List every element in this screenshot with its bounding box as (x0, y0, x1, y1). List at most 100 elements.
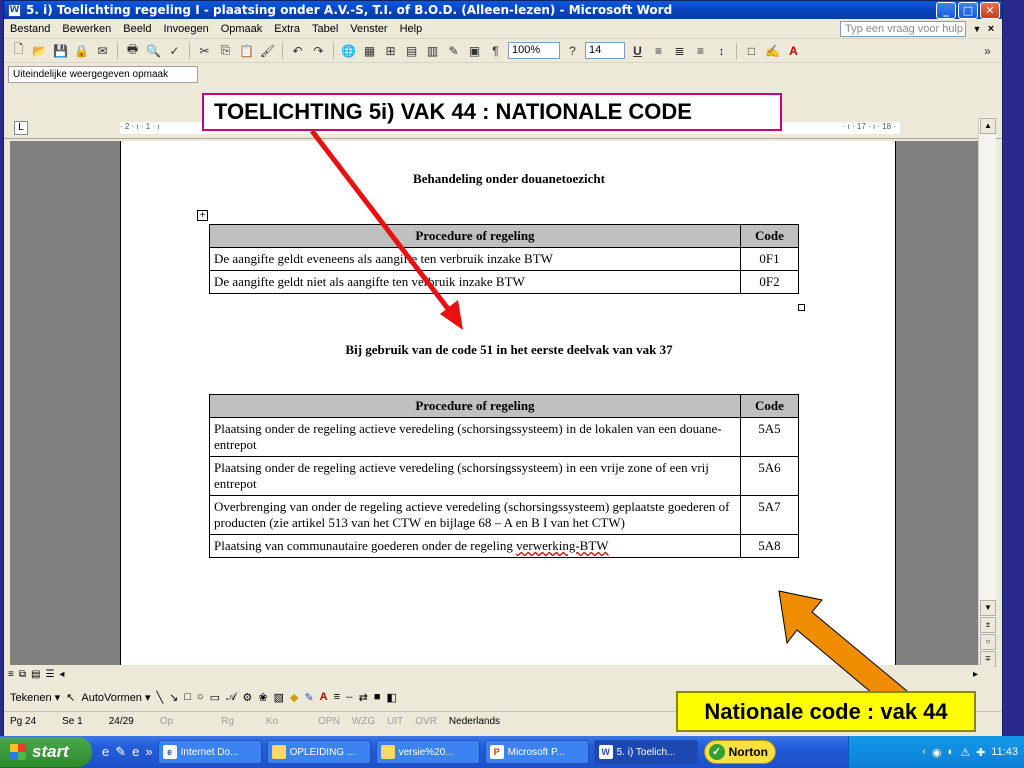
task-versie[interactable]: versie%20... (375, 740, 480, 764)
document-page[interactable]: Behandeling onder douanetoezicht + Proce… (120, 141, 896, 665)
show-formatting-icon[interactable]: ¶ (487, 42, 504, 59)
rectangle-icon[interactable]: □ (184, 691, 191, 703)
status-language[interactable]: Nederlands (449, 716, 500, 727)
copy-icon[interactable]: ⎘ (217, 42, 234, 59)
select-objects-icon[interactable]: ↖ (66, 691, 75, 704)
3d-icon[interactable]: ◧ (387, 691, 397, 704)
task-opleiding[interactable]: OPLEIDING ... (266, 740, 371, 764)
fill-color-icon[interactable]: ◆ (290, 691, 298, 704)
arrow-icon[interactable]: ↘ (169, 691, 178, 704)
status-trk[interactable]: WZG (352, 716, 375, 727)
toolbar-overflow-icon[interactable]: » (979, 42, 996, 59)
open-folder-icon[interactable]: 📂 (31, 42, 48, 59)
scroll-left-icon[interactable]: ◂ (59, 669, 64, 680)
zoom-select[interactable]: 100% (508, 42, 560, 59)
task-powerpoint[interactable]: P Microsoft P... (484, 740, 589, 764)
cut-icon[interactable]: ✂ (196, 42, 213, 59)
menu-venster[interactable]: Venster (350, 23, 387, 35)
status-rec[interactable]: OPN (318, 716, 340, 727)
line-icon[interactable]: ╲ (157, 691, 164, 704)
spelling-icon[interactable]: ✓ (166, 42, 183, 59)
vertical-scrollbar[interactable]: ▲ ▼ ± ○ ∓ (978, 117, 996, 667)
help-search-input[interactable]: Typ een vraag voor hulp (840, 20, 966, 37)
align-center-icon[interactable]: ≣ (671, 42, 688, 59)
close-document-button[interactable]: × (984, 23, 998, 35)
help-dropdown-icon[interactable]: ▼ (970, 24, 984, 34)
display-for-review-select[interactable]: Uiteindelijke weergegeven opmaak (8, 65, 198, 83)
browser-quicklaunch-icon[interactable]: e (132, 744, 139, 760)
web-view-icon[interactable]: ⧉ (19, 669, 26, 680)
columns-icon[interactable]: ▥ (424, 42, 441, 59)
diagram-icon[interactable]: ⚙ (242, 691, 252, 704)
tables-borders-icon[interactable]: ▦ (361, 42, 378, 59)
hyperlink-icon[interactable]: 🌐 (340, 42, 357, 59)
pen-quicklaunch-icon[interactable]: ✎ (115, 744, 126, 760)
help-icon[interactable]: ? (564, 42, 581, 59)
new-document-icon[interactable]: 🗋 (10, 42, 27, 59)
font-size-select[interactable]: 14 (585, 42, 625, 59)
shadow-icon[interactable]: ■ (374, 691, 381, 703)
start-button[interactable]: start (0, 737, 92, 767)
outline-view-icon[interactable]: ☰ (45, 669, 54, 680)
align-right-icon[interactable]: ≡ (692, 42, 709, 59)
highlight-icon[interactable]: ✍ (764, 42, 781, 59)
font-color-icon[interactable]: A (785, 42, 802, 59)
task-word[interactable]: W 5. i) Toelich... (593, 740, 698, 764)
document-map-icon[interactable]: ▣ (466, 42, 483, 59)
tray-network-icon[interactable]: ◉ (932, 746, 942, 759)
line-spacing-icon[interactable]: ↕ (713, 42, 730, 59)
draw-menu-button[interactable]: Tekenen ▾ (10, 691, 60, 704)
print-icon[interactable]: 🖶 (124, 42, 141, 59)
picture-icon[interactable]: ▨ (274, 691, 284, 704)
tray-update-icon[interactable]: ✚ (976, 746, 985, 759)
word-icon[interactable]: W (8, 3, 21, 17)
task-internet[interactable]: e Internet Do... (157, 740, 262, 764)
title-bar[interactable]: W 5. i) Toelichting regeling I - plaatsi… (4, 1, 1002, 19)
print-view-icon[interactable]: ▤ (31, 669, 40, 680)
menu-bestand[interactable]: Bestand (10, 23, 50, 35)
align-left-icon[interactable]: ≡ (650, 42, 667, 59)
scroll-down-icon[interactable]: ▼ (980, 600, 996, 616)
underline-icon[interactable]: U (629, 42, 646, 59)
save-icon[interactable]: 💾 (52, 42, 69, 59)
clipart-icon[interactable]: ❀ (258, 691, 267, 704)
line-color-icon[interactable]: ✎ (304, 691, 313, 704)
more-quicklaunch-icon[interactable]: » (145, 744, 152, 760)
print-preview-icon[interactable]: 🔍 (145, 42, 162, 59)
permission-icon[interactable]: 🔒 (73, 42, 90, 59)
minimize-button[interactable]: _ (936, 1, 956, 19)
undo-icon[interactable]: ↶ (289, 42, 306, 59)
redo-icon[interactable]: ↷ (310, 42, 327, 59)
insert-table-icon[interactable]: ⊞ (382, 42, 399, 59)
tray-expand-icon[interactable]: ‹ (922, 746, 926, 758)
borders-icon[interactable]: □ (743, 42, 760, 59)
oval-icon[interactable]: ○ (197, 691, 204, 703)
tab-selector-icon[interactable]: L (14, 121, 28, 135)
maximize-button[interactable]: □ (958, 1, 978, 19)
browse-object-icon[interactable]: ○ (980, 634, 996, 650)
scroll-up-icon[interactable]: ▲ (980, 118, 996, 134)
table-resize-handle[interactable] (798, 304, 805, 311)
horizontal-scrollbar[interactable]: ≡ ⧉ ▤ ☰ ◂ ▸ (4, 665, 994, 683)
wordart-icon[interactable]: 𝒜 (226, 691, 236, 704)
autoshapes-menu-button[interactable]: AutoVormen ▾ (81, 691, 150, 704)
close-button[interactable]: ✕ (980, 1, 1000, 19)
drawing-icon[interactable]: ✎ (445, 42, 462, 59)
scroll-right-icon[interactable]: ▸ (973, 669, 978, 680)
menu-help[interactable]: Help (400, 23, 423, 35)
arrow-style-icon[interactable]: ⇄ (359, 691, 368, 704)
menu-invoegen[interactable]: Invoegen (163, 23, 208, 35)
table-move-handle-icon[interactable]: + (197, 210, 208, 221)
normal-view-icon[interactable]: ≡ (8, 669, 14, 680)
font-color-draw-icon[interactable]: A (320, 691, 328, 703)
insert-excel-icon[interactable]: ▤ (403, 42, 420, 59)
menu-bewerken[interactable]: Bewerken (62, 23, 111, 35)
format-painter-icon[interactable]: 🖌 (259, 42, 276, 59)
line-style-icon[interactable]: ≡ (334, 691, 340, 703)
tray-security-icon[interactable]: ⚠ (960, 746, 970, 759)
ie-quicklaunch-icon[interactable]: e (102, 744, 109, 760)
status-ext[interactable]: UIT (387, 716, 403, 727)
norton-button[interactable]: ✓ Norton (703, 740, 776, 764)
dash-style-icon[interactable]: ┄ (346, 691, 353, 704)
tray-volume-icon[interactable]: ◐ (948, 746, 955, 758)
